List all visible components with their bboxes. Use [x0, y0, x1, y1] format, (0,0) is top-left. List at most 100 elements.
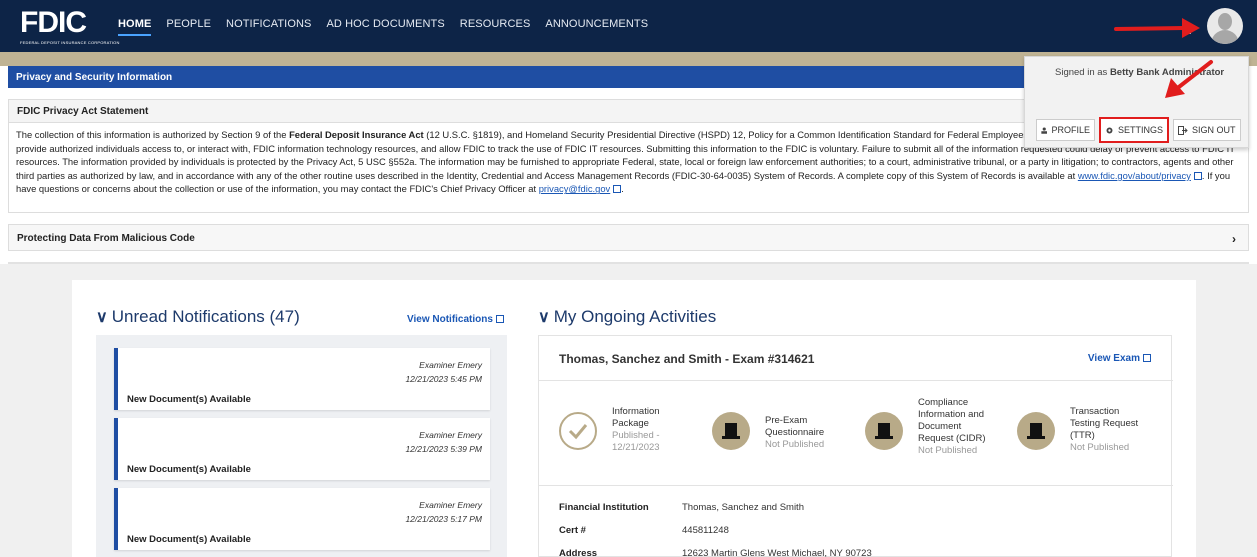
view-exam-link[interactable]: View Exam: [1088, 353, 1151, 364]
nav-notifications[interactable]: NOTIFICATIONS: [226, 18, 311, 36]
notification-indicator: [1183, 26, 1191, 34]
notification-label: New Document(s) Available: [127, 394, 251, 405]
notification-time: 12/21/2023 5:17 PM: [405, 514, 482, 524]
step-label: Testing Request: [1070, 418, 1139, 429]
avatar-body-icon: [1211, 30, 1239, 44]
notification-author: Examiner Emery: [419, 430, 482, 440]
logo-text: FDIC: [20, 6, 87, 39]
notification-time: 12/21/2023 5:45 PM: [405, 374, 482, 384]
notification-meta: Examiner Emery 12/21/2023 5:45 PM: [405, 358, 482, 386]
step-label: Request (CIDR): [918, 433, 986, 444]
external-link-icon: [495, 315, 504, 323]
avatar-head-icon: [1218, 13, 1232, 30]
external-link-icon: [1193, 171, 1202, 180]
card-divider: [539, 380, 1173, 381]
info-key: Cert #: [559, 525, 586, 536]
view-notifications-link[interactable]: View Notifications: [407, 314, 504, 325]
external-link-icon: [1143, 354, 1151, 362]
info-value: 12623 Martin Glens West Michael, NY 9072…: [682, 548, 872, 557]
exam-card: Thomas, Sanchez and Smith - Exam #314621…: [538, 335, 1173, 557]
step-ttr[interactable]: Transaction Testing Request (TTR) Not Pu…: [1070, 406, 1138, 454]
notification-label: New Document(s) Available: [127, 534, 251, 545]
user-name: Betty Bank Administrator: [1109, 67, 1225, 78]
step-label: Questionnaire: [765, 427, 825, 438]
protecting-data-label: Protecting Data From Malicious Code: [17, 233, 195, 244]
step-status: Not Published: [918, 445, 978, 456]
notification-item[interactable]: Examiner Emery 12/21/2023 5:39 PM New Doc…: [114, 418, 490, 480]
notification-label: New Document(s) Available: [127, 464, 251, 475]
sign-out-icon: [1178, 125, 1188, 135]
notification-author: Examiner Emery: [419, 500, 482, 510]
unread-title-text: Unread Notifications (47): [111, 307, 300, 326]
user-dropdown-menu: Signed in as Betty Bank Administrator PR…: [1024, 56, 1249, 148]
checkmark-icon: [559, 412, 597, 450]
external-link-icon: [613, 185, 622, 194]
notification-time: 12/21/2023 5:39 PM: [405, 444, 482, 454]
notification-meta: Examiner Emery 12/21/2023 5:17 PM: [405, 498, 482, 526]
step-label: Package: [612, 418, 649, 429]
chevron-down-icon: ∨: [96, 309, 108, 326]
settings-label: SETTINGS: [1117, 125, 1163, 135]
step-label: Pre-Exam: [765, 415, 808, 426]
unread-notifications-title[interactable]: ∨ Unread Notifications (47): [96, 307, 300, 327]
top-navigation-bar: FDIC FEDERAL DEPOSIT INSURANCE CORPORATI…: [0, 0, 1257, 66]
ongoing-title-text: My Ongoing Activities: [553, 307, 717, 326]
user-avatar-button[interactable]: [1207, 8, 1243, 44]
gear-icon: [1106, 127, 1113, 133]
sign-out-button[interactable]: SIGN OUT: [1173, 119, 1241, 141]
step-cidr[interactable]: Compliance Information and Document Requ…: [918, 397, 986, 457]
notification-item[interactable]: Examiner Emery 12/21/2023 5:45 PM New Doc…: [114, 348, 490, 410]
protecting-data-accordion[interactable]: Protecting Data From Malicious Code ›: [8, 224, 1249, 251]
info-financial-institution: Financial Institution Thomas, Sanchez and…: [559, 502, 804, 513]
step-pre-exam-questionnaire[interactable]: Pre-Exam Questionnaire Not Published: [765, 415, 824, 451]
nav-announcements[interactable]: ANNOUNCEMENTS: [545, 18, 648, 36]
exam-title: Thomas, Sanchez and Smith - Exam #314621: [559, 352, 815, 366]
info-key: Address: [559, 548, 598, 557]
nav-resources[interactable]: RESOURCES: [460, 18, 531, 36]
privacy-link[interactable]: www.fdic.gov/about/privacy: [1078, 170, 1191, 181]
privacy-text-part: .: [621, 183, 624, 195]
step-label: Transaction: [1070, 406, 1120, 417]
step-status: Not Published: [1070, 442, 1130, 453]
main-nav: HOME PEOPLE NOTIFICATIONS AD HOC DOCUMEN…: [118, 18, 663, 36]
privacy-text-part: The collection of this information is au…: [16, 129, 290, 140]
profile-label: PROFILE: [1051, 125, 1090, 135]
step-label: Information and: [918, 409, 985, 420]
fdic-logo[interactable]: FDIC FEDERAL DEPOSIT INSURANCE CORPORATI…: [20, 6, 120, 46]
chevron-down-icon: ∨: [538, 309, 550, 326]
view-notifications-label: View Notifications: [407, 314, 493, 325]
settings-button[interactable]: SETTINGS: [1099, 117, 1169, 143]
card-divider: [539, 485, 1173, 486]
info-key: Financial Institution: [559, 502, 649, 513]
step-label: Compliance: [918, 397, 969, 408]
info-cert: Cert # 445811248: [559, 525, 729, 536]
ongoing-activities-title[interactable]: ∨ My Ongoing Activities: [538, 307, 716, 327]
nav-ad-hoc-documents[interactable]: AD HOC DOCUMENTS: [326, 18, 444, 36]
privacy-email-link[interactable]: privacy@fdic.gov: [539, 183, 611, 194]
step-status: Not Published: [765, 439, 825, 450]
document-icon: [865, 412, 903, 450]
step-label: Document: [918, 421, 962, 432]
document-icon: [712, 412, 750, 450]
chevron-right-icon: ›: [1232, 232, 1236, 246]
step-label: (TTR): [1070, 430, 1095, 441]
step-status: Published -: [612, 430, 660, 441]
signed-in-prefix: Signed in as: [1055, 67, 1110, 78]
document-icon: [1017, 412, 1055, 450]
step-status: 12/21/2023: [612, 442, 660, 453]
info-address: Address 12623 Martin Glens West Michael, …: [559, 548, 872, 557]
act-name: Federal Deposit Insurance Act: [289, 129, 424, 140]
sign-out-label: SIGN OUT: [1192, 125, 1236, 135]
nav-people[interactable]: PEOPLE: [166, 18, 211, 36]
view-exam-label: View Exam: [1087, 353, 1140, 364]
info-value: Thomas, Sanchez and Smith: [682, 502, 804, 513]
signed-in-text: Signed in as Betty Bank Administrator: [1055, 67, 1224, 78]
step-label: Information: [612, 406, 660, 417]
notification-meta: Examiner Emery 12/21/2023 5:39 PM: [405, 428, 482, 456]
step-information-package[interactable]: Information Package Published - 12/21/20…: [612, 406, 660, 454]
notification-item[interactable]: Examiner Emery 12/21/2023 5:17 PM New Doc…: [114, 488, 490, 550]
nav-home[interactable]: HOME: [118, 18, 152, 36]
notification-author: Examiner Emery: [419, 360, 482, 370]
logo-subtext: FEDERAL DEPOSIT INSURANCE CORPORATION: [20, 40, 120, 45]
profile-button[interactable]: PROFILE: [1036, 119, 1095, 141]
